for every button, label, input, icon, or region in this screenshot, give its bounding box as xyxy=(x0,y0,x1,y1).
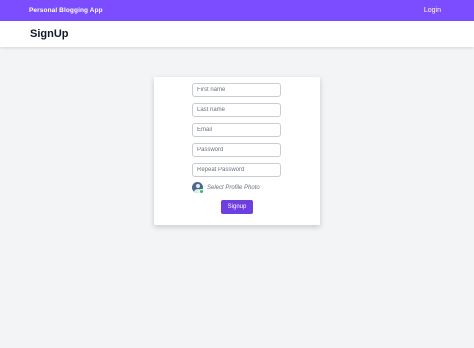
last-name-field[interactable] xyxy=(192,103,281,117)
page-header: SignUp xyxy=(0,21,474,47)
top-navbar: Personal Blogging App Login xyxy=(0,0,474,21)
profile-photo-label[interactable]: Select Profile Photo xyxy=(207,185,260,191)
profile-photo-picker[interactable]: Select Profile Photo xyxy=(192,182,260,194)
app-brand[interactable]: Personal Blogging App xyxy=(29,7,103,14)
password-field[interactable] xyxy=(192,143,281,157)
email-field[interactable] xyxy=(192,123,281,137)
repeat-password-field[interactable] xyxy=(192,163,281,177)
first-name-field[interactable] xyxy=(192,83,281,97)
page-title: SignUp xyxy=(30,28,69,40)
signup-button[interactable]: Signup xyxy=(221,200,253,214)
add-badge-icon xyxy=(199,189,204,194)
signup-form-card: Select Profile Photo Signup xyxy=(154,77,320,225)
login-link[interactable]: Login xyxy=(424,7,441,14)
user-avatar-icon[interactable] xyxy=(192,182,204,194)
